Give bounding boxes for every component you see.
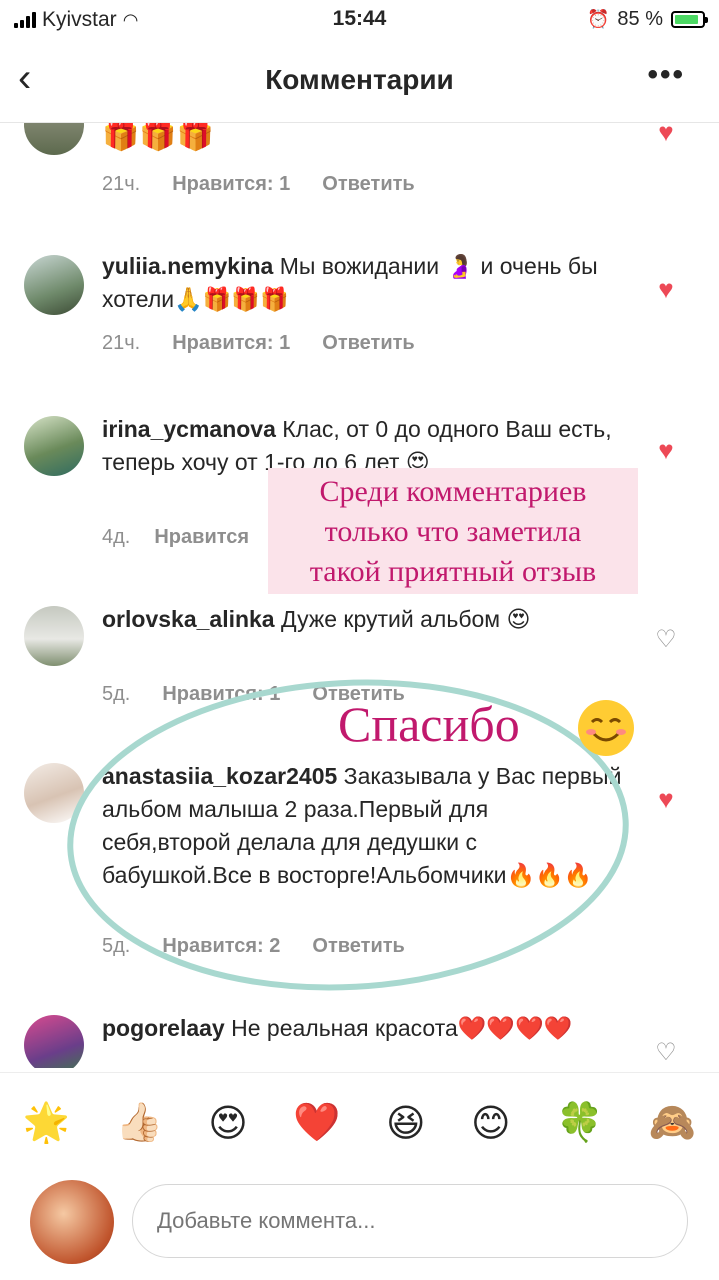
battery-percent: 85 %	[617, 8, 663, 30]
emoji-heart[interactable]: ❤️	[293, 1101, 340, 1145]
emoji-heart-eyes[interactable]: 😍	[208, 1101, 248, 1146]
heart-outline-icon[interactable]: ♡	[653, 1040, 679, 1066]
emoji-clover[interactable]: 🍀	[556, 1101, 603, 1145]
reply-button[interactable]: Ответить	[322, 332, 414, 355]
likes-count[interactable]: Нравится	[154, 526, 249, 549]
comment-username[interactable]: yuliia.nemykina	[102, 253, 273, 279]
alarm-icon: ⏰	[586, 9, 610, 29]
avatar[interactable]	[24, 255, 84, 315]
note-line: такой приятный отзыв	[309, 555, 597, 588]
comment-text: 🎁🎁🎁	[102, 123, 622, 152]
smiley-icon	[578, 700, 634, 756]
emoji-laughing[interactable]: 😆	[386, 1101, 426, 1146]
emoji-smile[interactable]: 😊	[471, 1101, 511, 1146]
avatar[interactable]	[24, 1015, 84, 1068]
comment-list[interactable]: 🎁🎁🎁 21ч. Нравится: 1 Ответить ♥ yuliia.n…	[0, 123, 719, 1068]
comment-username[interactable]: irina_ycmanova	[102, 416, 276, 442]
emoji-star[interactable]: 🌟	[23, 1101, 70, 1145]
comment-text: yuliia.nemykina Мы вожидании 🤰 и очень б…	[102, 250, 622, 316]
heart-filled-icon[interactable]: ♥	[653, 276, 679, 302]
status-right: ⏰ 85 %	[586, 8, 708, 31]
comment-body: 🎁🎁🎁	[102, 123, 215, 152]
comment-time: 21ч.	[102, 332, 141, 354]
note-line: Среди комментариев	[319, 475, 587, 508]
comment-body: Не реальная красота❤️❤️❤️❤️	[224, 1015, 573, 1041]
status-bar: Kyivstar ◠ 15:44 ⏰ 85 %	[0, 0, 719, 44]
heart-filled-icon[interactable]: ♥	[653, 437, 679, 463]
heart-filled-icon[interactable]: ♥	[653, 786, 679, 812]
more-options-icon[interactable]: •••	[647, 58, 685, 92]
comment-meta: 4д. Нравится	[102, 526, 249, 549]
heart-outline-icon[interactable]: ♡	[653, 627, 679, 653]
emoji-thumbs-up[interactable]: 👍🏻	[115, 1101, 162, 1145]
comment-text: pogorelaay Не реальная красота❤️❤️❤️❤️	[102, 1012, 622, 1045]
comment-username[interactable]: orlovska_alinka	[102, 606, 275, 632]
comment-time: 21ч.	[102, 173, 141, 195]
comment-body: Дуже крутий альбом 😍	[274, 606, 531, 632]
header: ‹ Комментарии •••	[0, 44, 719, 123]
comment-meta: 21ч. Нравится: 1 Ответить	[102, 332, 415, 355]
thanks-text: Спасибо	[338, 696, 520, 752]
battery-icon	[671, 11, 708, 28]
note-line: только что заметила	[324, 515, 582, 548]
comment-text: orlovska_alinka Дуже крутий альбом 😍	[102, 603, 622, 636]
comment-composer	[0, 1172, 719, 1280]
likes-count[interactable]: Нравится: 1	[172, 173, 290, 196]
emoji-see-no-evil[interactable]: 🙈	[649, 1101, 696, 1145]
comment-username[interactable]: pogorelaay	[102, 1015, 225, 1041]
comment-time: 4д.	[102, 526, 131, 548]
avatar[interactable]	[24, 123, 84, 155]
page-title: Комментарии	[265, 64, 454, 95]
current-user-avatar	[30, 1180, 114, 1264]
likes-count[interactable]: Нравится: 1	[172, 332, 290, 355]
comment-input[interactable]	[132, 1184, 688, 1258]
overlay-note: Среди комментариев только что заметила т…	[268, 468, 638, 594]
comment-meta: 21ч. Нравится: 1 Ответить	[102, 173, 415, 196]
emoji-bar: 🌟 👍🏻 😍 ❤️ 😆 😊 🍀 🙈	[0, 1072, 719, 1173]
avatar[interactable]	[24, 606, 84, 666]
heart-filled-icon[interactable]: ♥	[653, 123, 679, 145]
reply-button[interactable]: Ответить	[322, 173, 414, 196]
avatar[interactable]	[24, 416, 84, 476]
